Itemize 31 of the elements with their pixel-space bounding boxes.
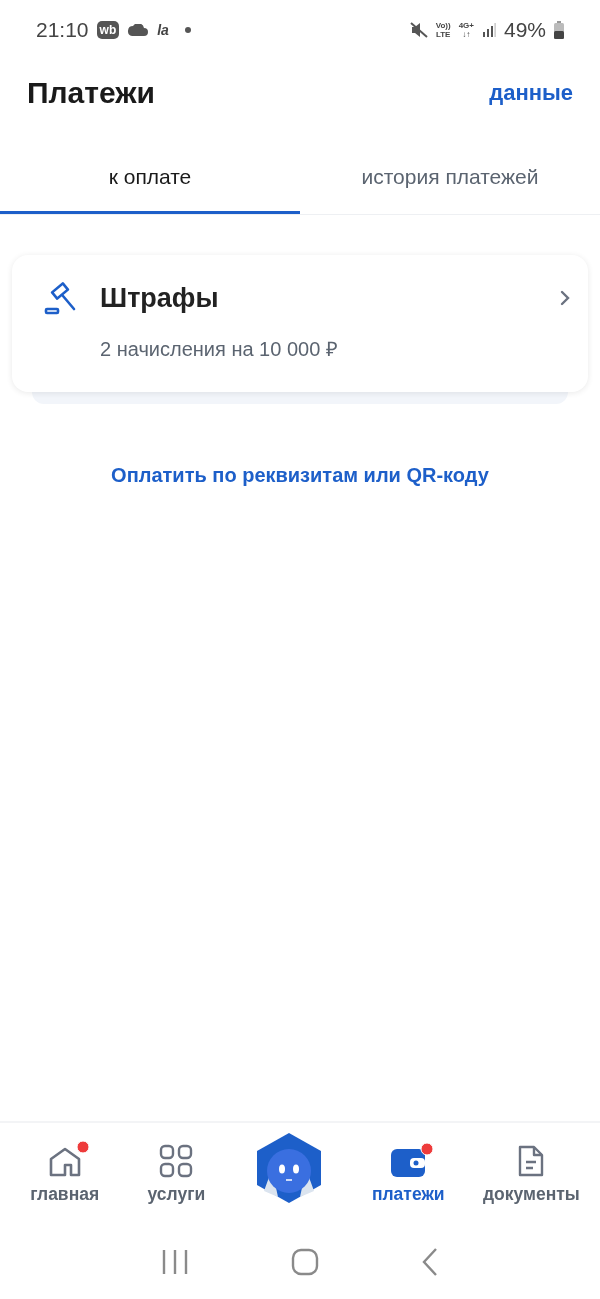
nav-item[interactable]: услуги: [137, 1136, 216, 1205]
nav-item[interactable]: платежи: [361, 1140, 455, 1205]
nav-item[interactable]: главная: [20, 1138, 110, 1205]
home-button-icon[interactable]: [291, 1248, 319, 1276]
cloud-icon: [127, 24, 150, 36]
app-badge-icon: wb: [96, 21, 120, 39]
page-title: Платежи: [27, 76, 155, 110]
nav-item[interactable]: документы: [482, 1136, 580, 1205]
home-icon: [47, 1146, 82, 1178]
card-subtitle: 2 начисления на 10 000 ₽: [100, 337, 339, 362]
recent-apps-icon[interactable]: [161, 1249, 189, 1275]
battery-percent: 49%: [503, 18, 546, 42]
document-icon: [517, 1144, 546, 1178]
app-text: la: [157, 22, 169, 38]
card-title: Штрафы: [100, 282, 219, 314]
fines-card[interactable]: Штрафы 2 начисления на 10 000 ₽: [12, 255, 588, 392]
data-link[interactable]: данные: [489, 80, 573, 106]
pay-by-details-link[interactable]: Оплатить по реквизитам или QR-коду: [0, 464, 600, 487]
tab[interactable]: история платежей: [300, 148, 600, 214]
wallet-icon: [390, 1148, 427, 1178]
dot-icon: [184, 27, 191, 33]
back-icon[interactable]: [421, 1247, 439, 1277]
signal-icon: [481, 23, 496, 37]
chevron-right-icon: [560, 290, 570, 306]
mute-icon: [409, 22, 428, 38]
status-time: 21:10: [36, 18, 89, 42]
grid-icon: [159, 1144, 194, 1178]
network-label: 4G+ ↓↑: [458, 21, 474, 39]
battery-icon: [554, 21, 564, 39]
volte-label: Vo)) LTE: [435, 21, 451, 39]
tab[interactable]: к оплате: [0, 148, 300, 214]
